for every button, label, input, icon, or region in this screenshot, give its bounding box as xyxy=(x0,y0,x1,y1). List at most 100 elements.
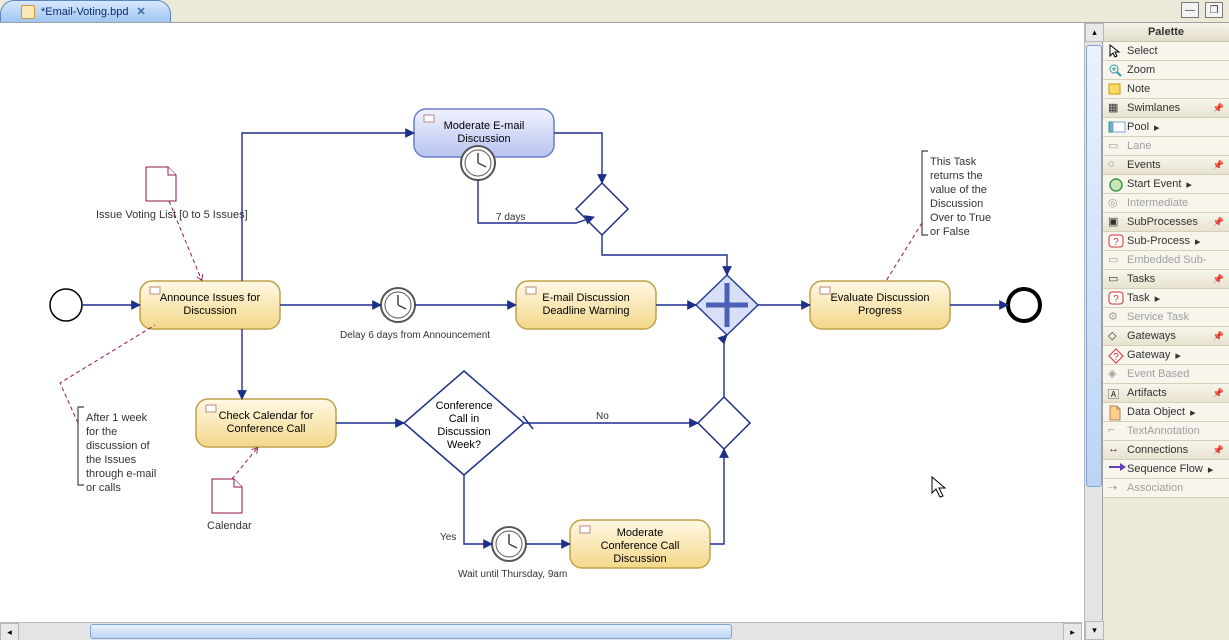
minimize-view-button[interactable]: — xyxy=(1181,2,1199,18)
drawer-artifacts[interactable]: 🄰 Artifacts📌 xyxy=(1103,384,1229,403)
task-email-warning[interactable]: E-mail DiscussionDeadline Warning xyxy=(516,281,656,329)
sequence-flow-icon xyxy=(1108,462,1122,476)
palette-sequence-flow[interactable]: Sequence Flow▸ xyxy=(1103,460,1229,479)
palette-note[interactable]: Note xyxy=(1103,80,1229,99)
palette-lane[interactable]: ▭ Lane xyxy=(1103,137,1229,156)
end-event[interactable] xyxy=(1008,289,1040,321)
palette-start-event[interactable]: Start Event▸ xyxy=(1103,175,1229,194)
timer-wait-thursday[interactable] xyxy=(492,527,526,561)
restore-view-button[interactable]: ❐ xyxy=(1205,2,1223,18)
label-delay6: Delay 6 days from Announcement xyxy=(340,330,490,341)
data-object-issue-list[interactable] xyxy=(146,167,176,201)
intermediate-icon: ◎ xyxy=(1108,196,1122,210)
gateway-conference-call[interactable]: ConferenceCall inDiscussionWeek? xyxy=(404,371,524,475)
annotation-task-returns[interactable]: This Taskreturns thevalue of theDiscussi… xyxy=(922,151,991,238)
task-moderate-conf[interactable]: ModerateConference CallDiscussion xyxy=(570,520,710,568)
association-icon: ⇢ xyxy=(1108,481,1122,495)
gateway-parallel[interactable] xyxy=(696,275,758,335)
start-event-icon xyxy=(1108,177,1122,191)
vertical-scrollbar[interactable]: ▴ ▾ xyxy=(1084,22,1102,640)
text-annotation-icon: ⌐ xyxy=(1108,424,1122,438)
palette-select[interactable]: Select xyxy=(1103,42,1229,61)
lane-icon: ▭ xyxy=(1108,139,1122,153)
service-task-icon: ⚙ xyxy=(1108,310,1122,324)
gateway-icon: ? xyxy=(1108,348,1122,362)
label-7days: 7 days xyxy=(496,212,525,223)
start-event[interactable] xyxy=(50,289,82,321)
vscroll-thumb[interactable] xyxy=(1086,45,1102,487)
task-check-calendar[interactable]: Check Calendar forConference Call xyxy=(196,399,336,447)
zoom-icon xyxy=(1108,63,1122,77)
hscroll-thumb[interactable] xyxy=(90,624,732,639)
label-issue-list: Issue Voting List [0 to 5 Issues] xyxy=(96,209,248,221)
task-icon: ? xyxy=(1108,291,1122,305)
note-icon xyxy=(1108,82,1122,96)
editor-tab[interactable]: *Email-Voting.bpd ✕ xyxy=(0,0,171,23)
flow-moderate-gw[interactable] xyxy=(554,133,602,183)
cursor-icon xyxy=(1108,44,1122,58)
gateway-merge-conf[interactable] xyxy=(698,397,750,449)
editor-tab-title: *Email-Voting.bpd xyxy=(41,1,128,23)
diagram-canvas[interactable]: Announce Issues forDiscussion Moderate E… xyxy=(0,22,1084,640)
timer-delay-6-days[interactable] xyxy=(381,288,415,322)
palette-title: Palette xyxy=(1103,23,1229,42)
flow-modconf-gwconfmerge[interactable] xyxy=(710,449,724,544)
palette-event-based[interactable]: ◈ Event Based xyxy=(1103,365,1229,384)
drawer-subprocesses[interactable]: ▣ SubProcesses📌 xyxy=(1103,213,1229,232)
artifacts-icon: 🄰 xyxy=(1108,386,1122,400)
scroll-down-button[interactable]: ▾ xyxy=(1085,621,1104,640)
task-announce[interactable]: Announce Issues forDiscussion xyxy=(140,281,280,329)
scroll-right-button[interactable]: ▸ xyxy=(1063,623,1082,640)
data-object-icon xyxy=(1108,405,1122,419)
palette-gateway[interactable]: ? Gateway▸ xyxy=(1103,346,1229,365)
palette-association[interactable]: ⇢ Association xyxy=(1103,479,1229,498)
svg-text:Check Calendar forConference C: Check Calendar forConference Call xyxy=(219,410,314,435)
bpd-file-icon xyxy=(21,5,35,19)
boundary-timer-7days[interactable] xyxy=(461,146,495,180)
palette-text-annotation[interactable]: ⌐ TextAnnotation xyxy=(1103,422,1229,441)
subprocess-icon: ? xyxy=(1108,234,1122,248)
assoc-returns-evaluate[interactable] xyxy=(886,223,922,281)
palette-data-object[interactable]: Data Object▸ xyxy=(1103,403,1229,422)
drawer-icon: ▦ xyxy=(1108,101,1122,115)
drawer-tasks[interactable]: ▭ Tasks📌 xyxy=(1103,270,1229,289)
drawer-connections[interactable]: ↔ Connections📌 xyxy=(1103,441,1229,460)
palette-task[interactable]: ? Task▸ xyxy=(1103,289,1229,308)
view-window-controls: — ❐ xyxy=(1181,2,1223,18)
drawer-gateways[interactable]: ◇ Gateways📌 xyxy=(1103,327,1229,346)
close-tab-icon[interactable]: ✕ xyxy=(136,1,145,23)
scroll-left-button[interactable]: ◂ xyxy=(0,623,19,640)
flow-gwemail-parallel[interactable] xyxy=(602,235,727,275)
palette-intermediate[interactable]: ◎ Intermediate xyxy=(1103,194,1229,213)
horizontal-scrollbar[interactable]: ◂ ▸ xyxy=(0,622,1082,640)
label-no: No xyxy=(596,411,609,422)
task-evaluate[interactable]: Evaluate DiscussionProgress xyxy=(810,281,950,329)
editor-tab-bar: *Email-Voting.bpd ✕ — ❐ xyxy=(0,0,1229,22)
drawer-swimlanes[interactable]: ▦ Swimlanes📌 xyxy=(1103,99,1229,118)
annotation-after-week[interactable]: After 1 weekfor thediscussion ofthe Issu… xyxy=(78,407,156,494)
palette-service-task[interactable]: ⚙ Service Task xyxy=(1103,308,1229,327)
svg-text:After 1 weekfor thediscussion: After 1 weekfor thediscussion ofthe Issu… xyxy=(86,412,156,494)
assoc-afterweek-announce[interactable] xyxy=(60,325,155,423)
palette: Palette Select Zoom Note ▦ Swimlanes📌 xyxy=(1102,22,1229,640)
palette-zoom[interactable]: Zoom xyxy=(1103,61,1229,80)
assoc-calendar-checkcal[interactable] xyxy=(232,447,258,479)
events-icon: ◌ xyxy=(1108,158,1122,172)
palette-subprocess[interactable]: ? Sub-Process▸ xyxy=(1103,232,1229,251)
scroll-up-button[interactable]: ▴ xyxy=(1085,23,1104,42)
gateway-merge-email[interactable] xyxy=(576,183,628,235)
palette-embedded-sub[interactable]: ▭ Embedded Sub- xyxy=(1103,251,1229,270)
event-based-icon: ◈ xyxy=(1108,367,1122,381)
label-wait-thursday: Wait until Thursday, 9am xyxy=(458,569,567,580)
flow-gwconfmerge-parallel[interactable] xyxy=(724,335,727,397)
flow-gwconf-yes[interactable] xyxy=(464,475,492,544)
cursor-icon xyxy=(932,477,945,497)
drawer-events[interactable]: ◌ Events📌 xyxy=(1103,156,1229,175)
svg-text:?: ? xyxy=(1113,352,1119,363)
palette-pool[interactable]: Pool▸ xyxy=(1103,118,1229,137)
svg-text:E-mail DiscussionDeadline Warn: E-mail DiscussionDeadline Warning xyxy=(542,292,629,317)
svg-text:This Taskreturns thevalue of t: This Taskreturns thevalue of theDiscussi… xyxy=(930,156,991,238)
label-yes: Yes xyxy=(440,532,456,543)
flow-announce-moderate[interactable] xyxy=(242,133,414,281)
data-object-calendar[interactable] xyxy=(212,479,242,513)
